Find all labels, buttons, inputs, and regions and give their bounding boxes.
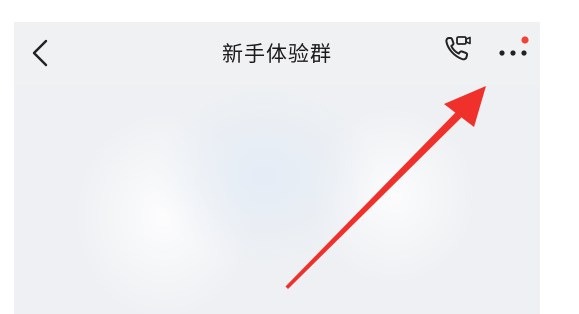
call-button[interactable] <box>441 32 475 66</box>
notification-dot <box>521 36 529 44</box>
more-button[interactable] <box>496 32 532 66</box>
chevron-left-icon <box>32 39 48 67</box>
chat-screen: 新手体验群 <box>0 0 579 314</box>
more-dots-icon <box>499 36 529 56</box>
back-button[interactable] <box>26 36 54 70</box>
phone-video-icon <box>445 36 471 61</box>
chat-content-area <box>14 86 540 314</box>
navigation-bar: 新手体验群 <box>14 22 540 86</box>
